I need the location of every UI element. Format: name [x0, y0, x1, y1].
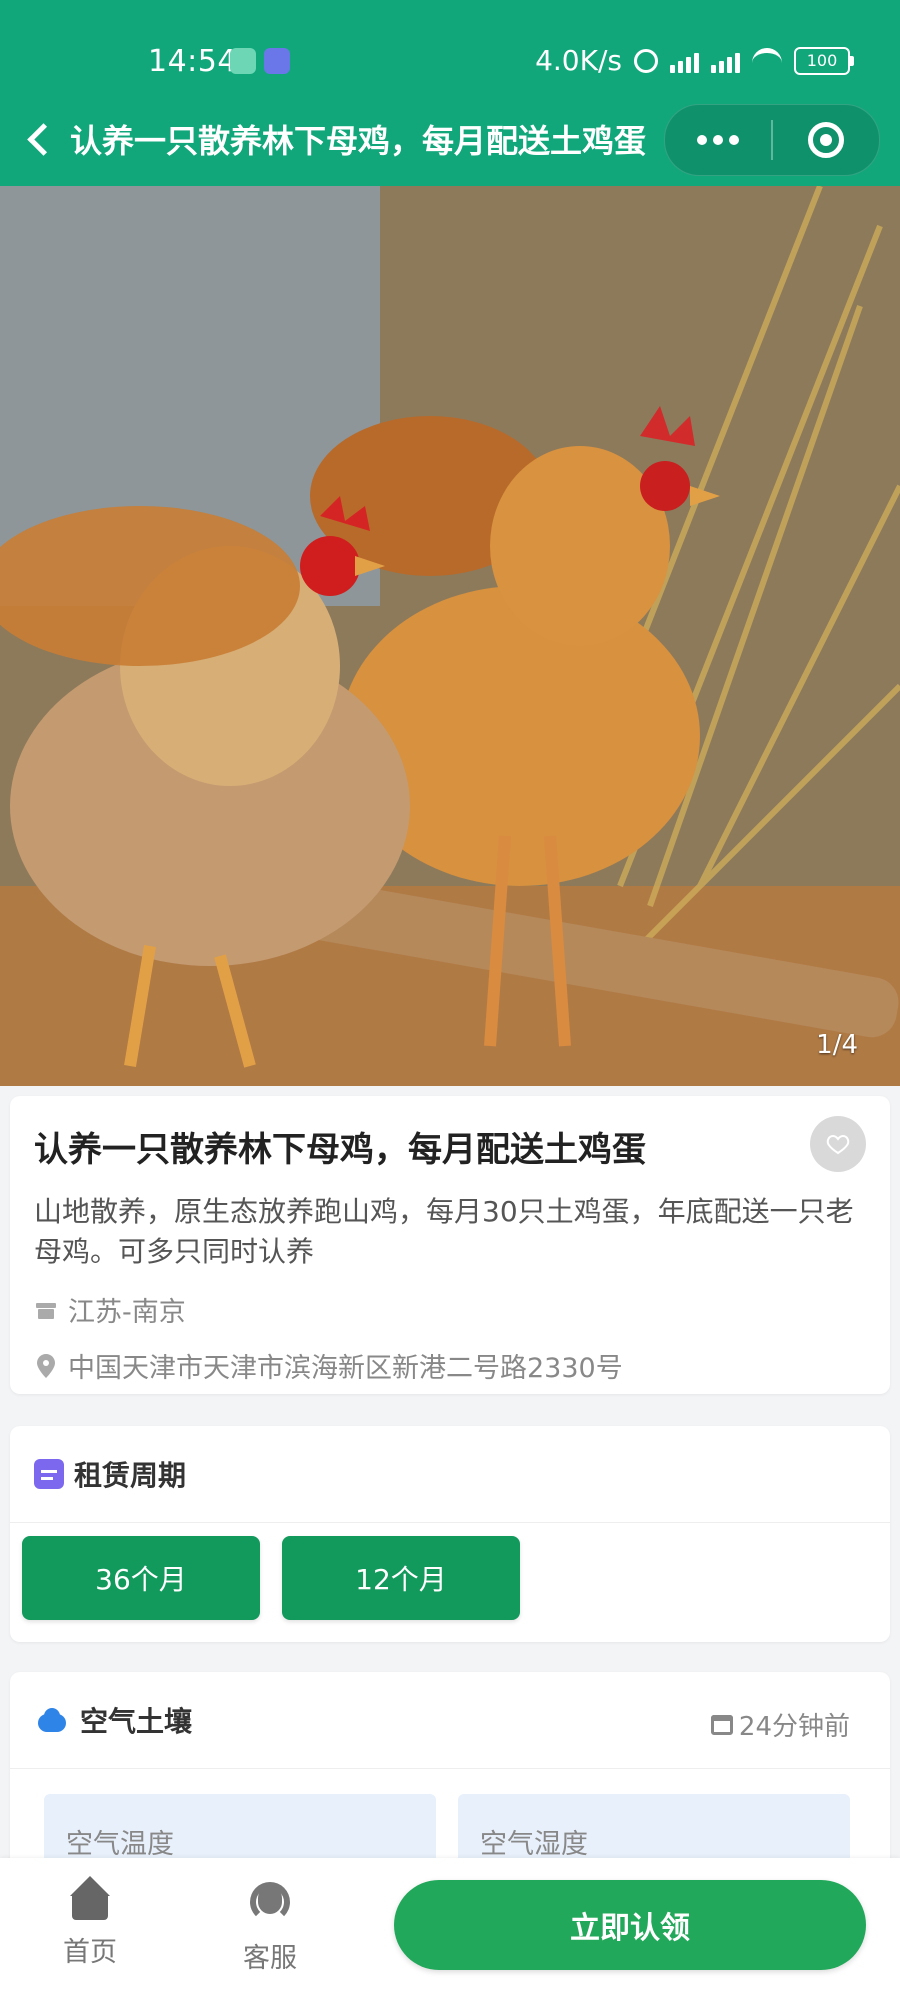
metric-label: 空气温度: [66, 1829, 174, 1860]
last-updated: 24分钟前: [710, 1706, 850, 1743]
status-time: 14:54: [148, 44, 237, 79]
product-image-carousel[interactable]: [0, 186, 900, 1086]
top-header: 14:54 4.0K/s 100 认养一只散养林下母鸡，每月配送土鸡蛋: [0, 0, 900, 186]
heart-icon: [826, 1134, 850, 1155]
air-soil-header: 空气土壤: [34, 1700, 192, 1740]
favorite-button[interactable]: [810, 1116, 866, 1172]
signal-icon-2: [711, 49, 740, 73]
dot-icon: [729, 135, 739, 145]
calendar-small-icon: [710, 1714, 733, 1735]
address: 中国天津市天津市滨海新区新港二号路2330号: [34, 1346, 623, 1385]
dot-icon: [713, 135, 723, 145]
battery-indicator: 100: [794, 46, 854, 75]
hen-illustration: [0, 186, 900, 1086]
home-icon: [66, 1876, 114, 1922]
rental-period-card: 租赁周期 36个月 12个月: [10, 1426, 890, 1642]
nav-support-label: 客服: [243, 1943, 297, 1974]
section-divider: [10, 1522, 890, 1523]
shield-icon: [230, 48, 256, 74]
metric-label: 空气湿度: [480, 1829, 588, 1860]
rental-period-title: 租赁周期: [74, 1459, 187, 1492]
last-updated-text: 24分钟前: [738, 1712, 850, 1742]
product-info-card: 认养一只散养林下母鸡，每月配送土鸡蛋 山地散养，原生态放养跑山鸡，每月30只土鸡…: [10, 1096, 890, 1394]
calendar-icon: [34, 1459, 64, 1489]
store-icon: [36, 1302, 56, 1319]
air-soil-title: 空气土壤: [80, 1705, 193, 1738]
page-title: 认养一只散养林下母鸡，每月配送土鸡蛋: [70, 122, 647, 160]
bottom-action-bar: 首页 客服 立即认领: [0, 1858, 900, 2000]
customer-service-icon: [244, 1876, 296, 1928]
nav-support[interactable]: 客服: [210, 1876, 330, 1986]
nav-home-label: 首页: [63, 1937, 117, 1968]
period-option-12[interactable]: 12个月: [282, 1536, 520, 1620]
product-description: 山地散养，原生态放养跑山鸡，每月30只土鸡蛋，年底配送一只老母鸡。可多只同时认养: [34, 1195, 854, 1268]
cloud-icon: [34, 1708, 70, 1732]
alarm-icon: [634, 48, 658, 73]
dot-icon: [697, 135, 707, 145]
back-button[interactable]: [26, 118, 60, 158]
shop-location: 江苏-南京: [34, 1290, 186, 1329]
network-speed: 4.0K/s: [535, 44, 622, 77]
product-title: 认养一只散养林下母鸡，每月配送土鸡蛋: [34, 1130, 646, 1170]
status-right: 4.0K/s 100: [535, 44, 854, 77]
adopt-now-button[interactable]: 立即认领: [394, 1880, 866, 1970]
rental-period-header: 租赁周期: [34, 1454, 186, 1494]
close-capsule-button[interactable]: [773, 122, 879, 158]
address-text: 中国天津市天津市滨海新区新港二号路2330号: [68, 1353, 623, 1384]
location-pin-icon: [37, 1353, 55, 1378]
wifi-icon: [752, 48, 782, 73]
app-notification-icon: [264, 48, 290, 74]
more-button[interactable]: [665, 105, 771, 175]
carousel-indicator: 1/4: [816, 1030, 858, 1060]
shop-location-text: 江苏-南京: [68, 1297, 186, 1328]
signal-icon: [670, 49, 699, 73]
section-divider: [10, 1768, 890, 1769]
nav-home[interactable]: 首页: [30, 1876, 150, 1986]
status-left-icons: [230, 48, 290, 74]
period-option-36[interactable]: 36个月: [22, 1536, 260, 1620]
headset-face: [258, 1886, 282, 1914]
target-icon: [808, 122, 844, 158]
mini-program-capsule: [664, 104, 880, 176]
